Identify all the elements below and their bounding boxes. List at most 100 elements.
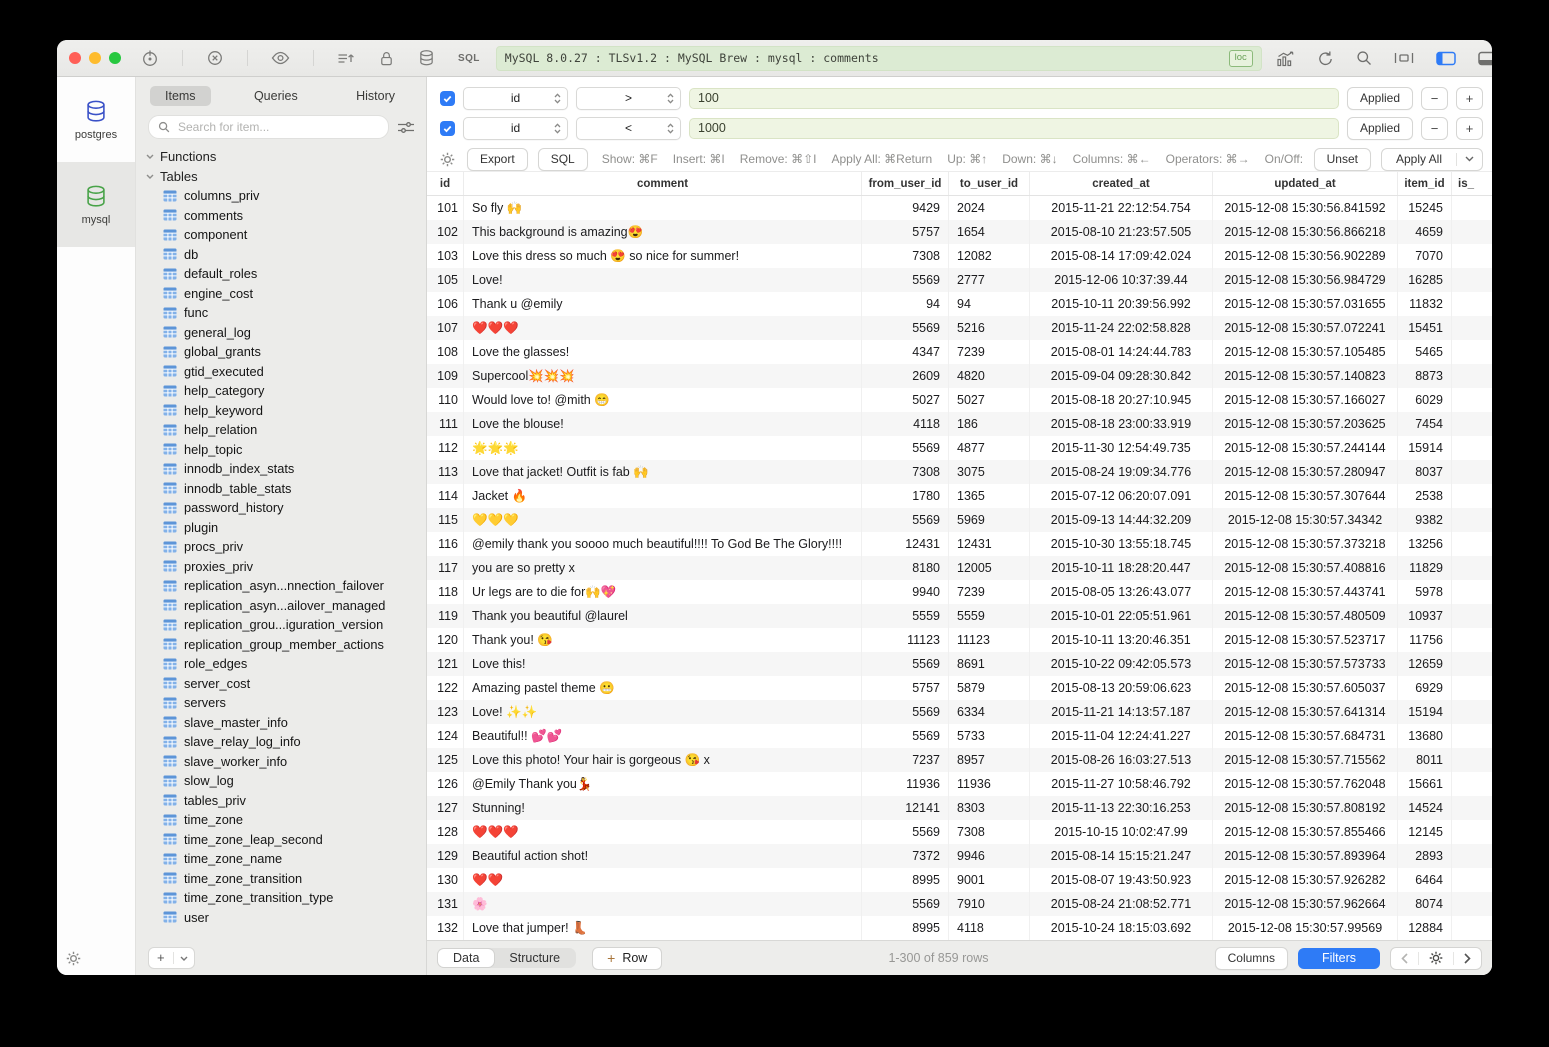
- table-row[interactable]: 109Supercool💥💥💥260948202015-09-04 09:28:…: [427, 364, 1492, 388]
- cell-to_user_id[interactable]: 8303: [949, 796, 1030, 820]
- sidebar-item-proxies_priv[interactable]: proxies_priv: [136, 557, 426, 577]
- plus-icon[interactable]: +: [149, 949, 173, 967]
- cell-id[interactable]: 118: [427, 580, 464, 604]
- cell-comment[interactable]: @Emily Thank you💃: [464, 772, 862, 796]
- add-filter-button[interactable]: +: [1456, 117, 1483, 140]
- table-row[interactable]: 121Love this!556986912015-10-22 09:42:05…: [427, 652, 1492, 676]
- cell-is_[interactable]: [1452, 340, 1492, 364]
- table-row[interactable]: 101So fly 🙌942920242015-11-21 22:12:54.7…: [427, 196, 1492, 220]
- cell-id[interactable]: 120: [427, 628, 464, 652]
- sidebar-item-replication_asyn...ailover_managed[interactable]: replication_asyn...ailover_managed: [136, 596, 426, 616]
- sidebar-item-default_roles[interactable]: default_roles: [136, 264, 426, 284]
- cell-comment[interactable]: Love the blouse!: [464, 412, 862, 436]
- cell-comment[interactable]: Thank you! 😘: [464, 628, 862, 652]
- cell-created_at[interactable]: 2015-11-21 22:12:54.754: [1030, 196, 1213, 220]
- cell-id[interactable]: 111: [427, 412, 464, 436]
- cell-is_[interactable]: [1452, 436, 1492, 460]
- tab-data[interactable]: Data: [438, 949, 494, 967]
- cell-is_[interactable]: [1452, 580, 1492, 604]
- cell-from_user_id[interactable]: 5569: [862, 820, 949, 844]
- cell-comment[interactable]: Jacket 🔥: [464, 484, 862, 508]
- table-row[interactable]: 102This background is amazing😍5757165420…: [427, 220, 1492, 244]
- tab-structure[interactable]: Structure: [494, 949, 575, 967]
- cell-created_at[interactable]: 2015-07-12 06:20:07.091: [1030, 484, 1213, 508]
- cell-id[interactable]: 112: [427, 436, 464, 460]
- cell-id[interactable]: 131: [427, 892, 464, 916]
- filter-sliders-icon[interactable]: [398, 121, 414, 134]
- cell-created_at[interactable]: 2015-08-18 20:27:10.945: [1030, 388, 1213, 412]
- cell-from_user_id[interactable]: 7372: [862, 844, 949, 868]
- preview-eye-icon[interactable]: [271, 51, 290, 65]
- cell-comment[interactable]: Amazing pastel theme 😬: [464, 676, 862, 700]
- cell-id[interactable]: 105: [427, 268, 464, 292]
- cell-comment[interactable]: This background is amazing😍: [464, 220, 862, 244]
- cell-comment[interactable]: ❤️❤️❤️: [464, 820, 862, 844]
- cell-is_[interactable]: [1452, 868, 1492, 892]
- table-row[interactable]: 119Thank you beautiful @laurel5559555920…: [427, 604, 1492, 628]
- cell-is_[interactable]: [1452, 364, 1492, 388]
- cell-to_user_id[interactable]: 7910: [949, 892, 1030, 916]
- sidebar-item-procs_priv[interactable]: procs_priv: [136, 537, 426, 557]
- cell-from_user_id[interactable]: 9429: [862, 196, 949, 220]
- cell-comment[interactable]: Love this!: [464, 652, 862, 676]
- cell-updated_at[interactable]: 2015-12-08 15:30:57.307644: [1213, 484, 1398, 508]
- cell-comment[interactable]: Beautiful action shot!: [464, 844, 862, 868]
- cell-to_user_id[interactable]: 4118: [949, 916, 1030, 940]
- sql-editor-button[interactable]: SQL: [458, 53, 480, 64]
- cell-from_user_id[interactable]: 5757: [862, 220, 949, 244]
- cell-to_user_id[interactable]: 1365: [949, 484, 1030, 508]
- remove-filter-button[interactable]: −: [1421, 87, 1448, 110]
- cell-is_[interactable]: [1452, 196, 1492, 220]
- close-window-button[interactable]: [69, 52, 81, 64]
- sidebar-item-replication_group_member_actions[interactable]: replication_group_member_actions: [136, 635, 426, 655]
- tab-history[interactable]: History: [341, 86, 410, 106]
- cell-item_id[interactable]: 16285: [1398, 268, 1452, 292]
- cell-updated_at[interactable]: 2015-12-08 15:30:57.573733: [1213, 652, 1398, 676]
- cell-from_user_id[interactable]: 8995: [862, 868, 949, 892]
- cell-is_[interactable]: [1452, 508, 1492, 532]
- cell-created_at[interactable]: 2015-10-01 22:05:51.961: [1030, 604, 1213, 628]
- filter-value-input[interactable]: [689, 118, 1339, 139]
- cell-id[interactable]: 128: [427, 820, 464, 844]
- cell-is_[interactable]: [1452, 292, 1492, 316]
- sidebar-item-time_zone_leap_second[interactable]: time_zone_leap_second: [136, 830, 426, 850]
- column-header-comment[interactable]: comment: [464, 172, 862, 195]
- cell-item_id[interactable]: 8074: [1398, 892, 1452, 916]
- table-row[interactable]: 120Thank you! 😘11123111232015-10-11 13:2…: [427, 628, 1492, 652]
- sidebar-item-plugin[interactable]: plugin: [136, 518, 426, 538]
- cell-from_user_id[interactable]: 5569: [862, 316, 949, 340]
- cell-comment[interactable]: 💛💛💛: [464, 508, 862, 532]
- cell-created_at[interactable]: 2015-10-15 10:02:47.99: [1030, 820, 1213, 844]
- cell-id[interactable]: 116: [427, 532, 464, 556]
- cell-from_user_id[interactable]: 7308: [862, 244, 949, 268]
- database-icon[interactable]: [418, 49, 435, 67]
- cell-to_user_id[interactable]: 12431: [949, 532, 1030, 556]
- cell-updated_at[interactable]: 2015-12-08 15:30:57.523717: [1213, 628, 1398, 652]
- cell-to_user_id[interactable]: 5733: [949, 724, 1030, 748]
- column-header-to_user_id[interactable]: to_user_id: [949, 172, 1030, 195]
- cell-to_user_id[interactable]: 5216: [949, 316, 1030, 340]
- add-filter-button[interactable]: +: [1456, 87, 1483, 110]
- cell-created_at[interactable]: 2015-11-24 22:02:58.828: [1030, 316, 1213, 340]
- filter-value-input[interactable]: [689, 88, 1339, 109]
- cell-created_at[interactable]: 2015-11-13 22:30:16.253: [1030, 796, 1213, 820]
- cell-id[interactable]: 126: [427, 772, 464, 796]
- cell-is_[interactable]: [1452, 892, 1492, 916]
- cell-item_id[interactable]: 9382: [1398, 508, 1452, 532]
- cell-created_at[interactable]: 2015-08-18 23:00:33.919: [1030, 412, 1213, 436]
- cell-item_id[interactable]: 15245: [1398, 196, 1452, 220]
- tree-section-tables[interactable]: Tables: [136, 166, 426, 186]
- cell-from_user_id[interactable]: 5569: [862, 724, 949, 748]
- cell-comment[interactable]: Love that jumper! 👢: [464, 916, 862, 940]
- cell-item_id[interactable]: 15194: [1398, 700, 1452, 724]
- cell-from_user_id[interactable]: 2609: [862, 364, 949, 388]
- cell-to_user_id[interactable]: 7308: [949, 820, 1030, 844]
- cell-created_at[interactable]: 2015-08-24 21:08:52.771: [1030, 892, 1213, 916]
- column-header-from_user_id[interactable]: from_user_id: [862, 172, 949, 195]
- cell-comment[interactable]: you are so pretty x: [464, 556, 862, 580]
- cell-is_[interactable]: [1452, 916, 1492, 940]
- cell-item_id[interactable]: 2538: [1398, 484, 1452, 508]
- cell-item_id[interactable]: 11829: [1398, 556, 1452, 580]
- column-header-created_at[interactable]: created_at: [1030, 172, 1213, 195]
- cell-updated_at[interactable]: 2015-12-08 15:30:56.866218: [1213, 220, 1398, 244]
